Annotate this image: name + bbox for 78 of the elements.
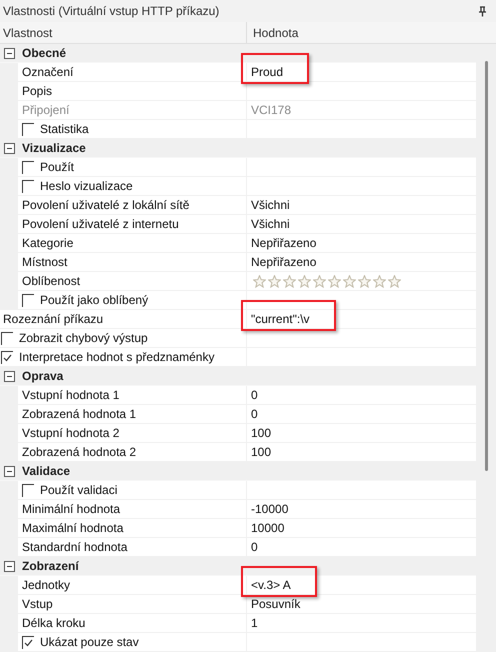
checkbox[interactable]: [22, 294, 34, 306]
star-icon[interactable]: [358, 274, 371, 288]
property-label: Jednotky: [21, 577, 70, 594]
property-label: Použít jako oblíbený: [40, 292, 148, 309]
property-label: Kategorie: [21, 235, 74, 252]
property-label: Místnost: [21, 254, 68, 271]
property-label: Popis: [21, 83, 52, 100]
property-value[interactable]: Všichni: [251, 196, 290, 214]
property-value[interactable]: 100: [251, 424, 272, 442]
column-header[interactable]: Vlastnost: [0, 22, 247, 43]
checkbox[interactable]: [22, 122, 34, 136]
property-label: Zobrazená hodnota 2: [21, 444, 136, 461]
property-label: Statistika: [40, 121, 89, 138]
property-value[interactable]: -10000: [251, 500, 288, 518]
property-label: Minimální hodnota: [21, 501, 120, 518]
property-label: Zobrazit chybový výstup: [19, 330, 148, 347]
property-label: Interpretace hodnot s předznaménky: [19, 349, 214, 366]
property-value[interactable]: 10000: [251, 519, 284, 537]
collapse-toggle[interactable]: [4, 370, 15, 382]
collapse-toggle[interactable]: [4, 48, 15, 58]
star-icon[interactable]: [373, 274, 386, 288]
star-icon[interactable]: [343, 274, 356, 288]
checkmark-icon: [24, 638, 33, 646]
column-header[interactable]: Hodnota: [247, 22, 496, 43]
property-value[interactable]: "current":\v: [251, 310, 310, 328]
checkbox[interactable]: [22, 484, 34, 496]
property-label: Rozeznání příkazu: [2, 311, 104, 328]
property-label: Zobrazená hodnota 1: [21, 406, 136, 423]
property-value[interactable]: Všichni: [251, 215, 290, 233]
star-icon[interactable]: [328, 274, 341, 288]
property-value[interactable]: 100: [251, 443, 272, 461]
property-label: Ukázat pouze stav: [40, 634, 139, 651]
property-label: Délka kroku: [21, 615, 86, 632]
section-title[interactable]: Validace: [22, 462, 70, 480]
property-value[interactable]: <v.3> A: [251, 576, 291, 594]
section-title[interactable]: Obecné: [22, 44, 66, 62]
star-icon[interactable]: [268, 274, 281, 288]
property-value[interactable]: 1: [251, 614, 258, 632]
checkbox[interactable]: [22, 636, 34, 648]
section-title[interactable]: Zobrazení: [22, 557, 79, 575]
checkmark-icon: [3, 354, 12, 362]
star-icon[interactable]: [298, 274, 311, 288]
property-label: Oblíbenost: [21, 273, 80, 290]
property-value[interactable]: 0: [251, 538, 258, 556]
property-label: Maximální hodnota: [21, 520, 124, 537]
property-value[interactable]: Nepřiřazeno: [251, 234, 316, 252]
property-label: Heslo vizualizace: [40, 178, 133, 195]
section-title[interactable]: Vizualizace: [22, 139, 86, 157]
star-icon[interactable]: [253, 274, 266, 288]
star-icon[interactable]: [283, 274, 296, 288]
collapse-toggle[interactable]: [4, 466, 15, 476]
property-label: Vstupní hodnota 2: [21, 425, 120, 442]
checkbox[interactable]: [1, 332, 13, 344]
property-label: Použít validaci: [40, 482, 118, 499]
checkbox[interactable]: [1, 350, 13, 364]
property-label: Povolení uživatelé z internetu: [21, 216, 179, 233]
property-value[interactable]: 0: [251, 405, 258, 423]
property-value[interactable]: 0: [251, 386, 258, 404]
checkbox[interactable]: [22, 180, 34, 192]
pin-icon[interactable]: [478, 6, 487, 16]
checkbox[interactable]: [22, 160, 34, 174]
panel-title: Vlastnosti (Virtuální vstup HTTP příkazu): [3, 3, 220, 20]
collapse-toggle[interactable]: [4, 142, 15, 154]
scrollbar-thumb[interactable]: [484, 61, 488, 471]
collapse-toggle[interactable]: [4, 560, 15, 572]
property-value[interactable]: Posuvník: [251, 595, 300, 613]
star-icon[interactable]: [388, 274, 401, 288]
section-title[interactable]: Oprava: [22, 367, 64, 385]
star-icon[interactable]: [313, 274, 326, 288]
property-value[interactable]: Nepřiřazeno: [251, 253, 316, 271]
property-label: Povolení uživatelé z lokální sítě: [21, 197, 190, 214]
property-value[interactable]: Proud: [251, 63, 284, 81]
property-label: Vstupní hodnota 1: [21, 387, 120, 404]
property-label: Vstup: [21, 596, 53, 613]
property-label: Označení: [21, 64, 74, 81]
property-label: Standardní hodnota: [21, 539, 128, 556]
property-label: Připojení: [21, 102, 70, 119]
property-label: Použít: [40, 159, 74, 176]
